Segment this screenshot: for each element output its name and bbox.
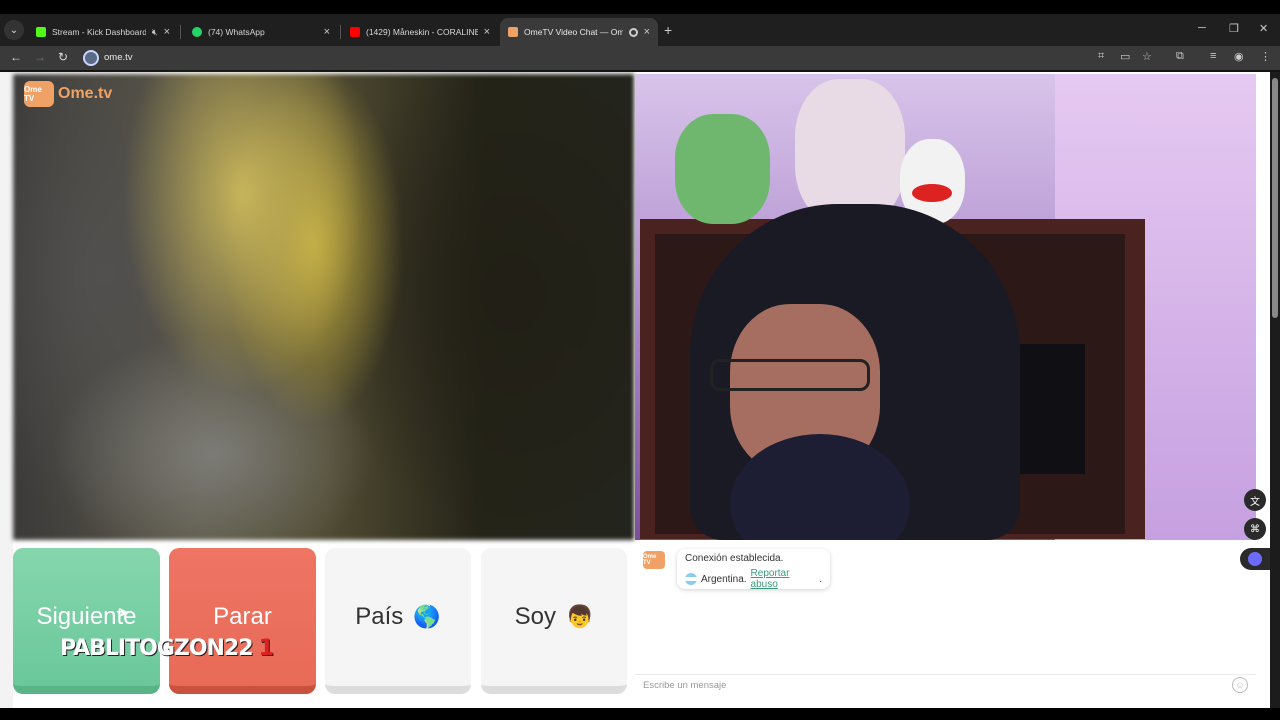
extensions-icon[interactable]: ⧉ — [1176, 50, 1184, 63]
close-icon[interactable]: × — [164, 26, 170, 38]
report-abuse-link[interactable]: Reportar abuso — [751, 568, 820, 590]
ometv-logo[interactable]: Ome TV Ome.tv — [24, 80, 112, 108]
gender-label: Soy — [514, 603, 556, 630]
tab-ometv[interactable]: OmeTV Video Chat — Ome × — [500, 18, 658, 46]
media-control-icon[interactable]: ≡ — [1210, 50, 1216, 62]
whatsapp-favicon-icon — [192, 27, 202, 37]
gender-button[interactable]: Soy 👦 — [481, 548, 627, 694]
bookmark-star-icon[interactable]: ☆ — [1142, 50, 1152, 63]
stream-overlay-name: PABLITOGZON22 1 — [60, 636, 274, 661]
stop-label: Parar — [213, 603, 272, 630]
browser-toolbar: ← → ↻ ome.tv ⌗ ▭ ☆ ⧉ ≡ ◉ ⋮ — [0, 46, 1280, 70]
menu-icon[interactable]: ⋮ — [1260, 50, 1271, 63]
overlay-username: PABLITOGZON22 — [60, 636, 254, 661]
page-margin — [0, 72, 13, 708]
ometv-avatar: Ome TV — [643, 551, 665, 569]
reload-icon[interactable]: ↻ — [58, 50, 68, 64]
stranger-video — [13, 74, 634, 540]
address-bar[interactable]: ome.tv — [80, 48, 1270, 68]
screen: ⌄ Stream - Kick Dashboard 🔇︎ × (74) What… — [0, 0, 1280, 720]
close-icon[interactable]: × — [324, 26, 330, 38]
ometv-logo-word: Ome.tv — [58, 85, 113, 102]
toy-figure — [795, 79, 905, 224]
tab-search-icon[interactable]: ⌄ — [4, 20, 24, 40]
bottom-stripe — [0, 708, 1280, 720]
country-label: País — [355, 603, 404, 630]
forward-icon[interactable]: → — [34, 50, 46, 64]
assistant-bot-icon[interactable] — [1240, 548, 1270, 570]
toy-figure — [675, 114, 770, 224]
stop-button[interactable]: Parar — [169, 548, 316, 694]
ometv-logo-badge: Ome TV — [24, 81, 54, 107]
apps-icon[interactable]: ⌘ — [1244, 518, 1266, 540]
tab-title: (1429) Måneskin - CORALINE (I — [366, 27, 478, 37]
scrollbar[interactable] — [1270, 72, 1280, 708]
emoji-icon[interactable]: ☺ — [1232, 677, 1248, 693]
own-video — [635, 74, 1256, 540]
profile-icon[interactable]: ◉ — [1234, 50, 1244, 63]
new-tab-button[interactable]: + — [664, 22, 672, 38]
argentina-flag-icon — [685, 573, 697, 585]
next-button[interactable]: Siguiente — [13, 548, 160, 694]
tab-kick[interactable]: Stream - Kick Dashboard 🔇︎ × — [28, 18, 178, 46]
translate-float-icon[interactable]: 文 — [1244, 489, 1266, 511]
close-icon[interactable]: × — [644, 26, 650, 38]
connection-status: Conexión establecida. — [685, 553, 784, 564]
translate-icon[interactable]: ⌗ — [1098, 50, 1104, 63]
tab-title: Stream - Kick Dashboard — [52, 27, 146, 37]
close-icon[interactable]: × — [484, 26, 490, 38]
minimize-icon[interactable]: ─ — [1198, 22, 1206, 34]
site-info-icon[interactable] — [83, 50, 99, 66]
country-button[interactable]: País 🌎 — [325, 548, 471, 694]
muted-icon[interactable]: 🔇︎ — [152, 27, 158, 38]
boy-icon: 👦 — [565, 604, 594, 629]
top-stripe — [0, 0, 1280, 14]
stranger-country: Argentina. — [700, 573, 747, 585]
back-icon[interactable]: ← — [10, 50, 22, 64]
kick-favicon-icon — [36, 27, 46, 37]
tab-strip: ⌄ Stream - Kick Dashboard 🔇︎ × (74) What… — [0, 14, 1280, 46]
ometv-favicon-icon — [508, 27, 518, 37]
overlay-count: 1 — [258, 636, 274, 661]
tab-title: (74) WhatsApp — [208, 27, 265, 37]
globe-icon: 🌎 — [413, 604, 441, 629]
message-input[interactable]: Escribe un mensaje ☺ — [635, 674, 1256, 696]
tab-title: OmeTV Video Chat — Ome — [524, 27, 623, 37]
recording-icon — [628, 27, 638, 37]
cast-icon[interactable]: ▭ — [1120, 50, 1130, 63]
window-close-icon[interactable]: ✕ — [1259, 22, 1268, 35]
tab-whatsapp[interactable]: (74) WhatsApp × — [184, 18, 338, 46]
scrollbar-thumb[interactable] — [1272, 78, 1278, 318]
url-text[interactable]: ome.tv — [104, 52, 133, 63]
restore-icon[interactable]: ❐ — [1229, 22, 1239, 35]
mouse-cursor-icon: ➤ — [118, 604, 130, 620]
tab-youtube[interactable]: (1429) Måneskin - CORALINE (I × — [342, 18, 498, 46]
message-placeholder: Escribe un mensaje — [643, 680, 727, 691]
system-message: Conexión establecida. Argentina. Reporta… — [677, 549, 830, 590]
youtube-favicon-icon — [350, 27, 360, 37]
